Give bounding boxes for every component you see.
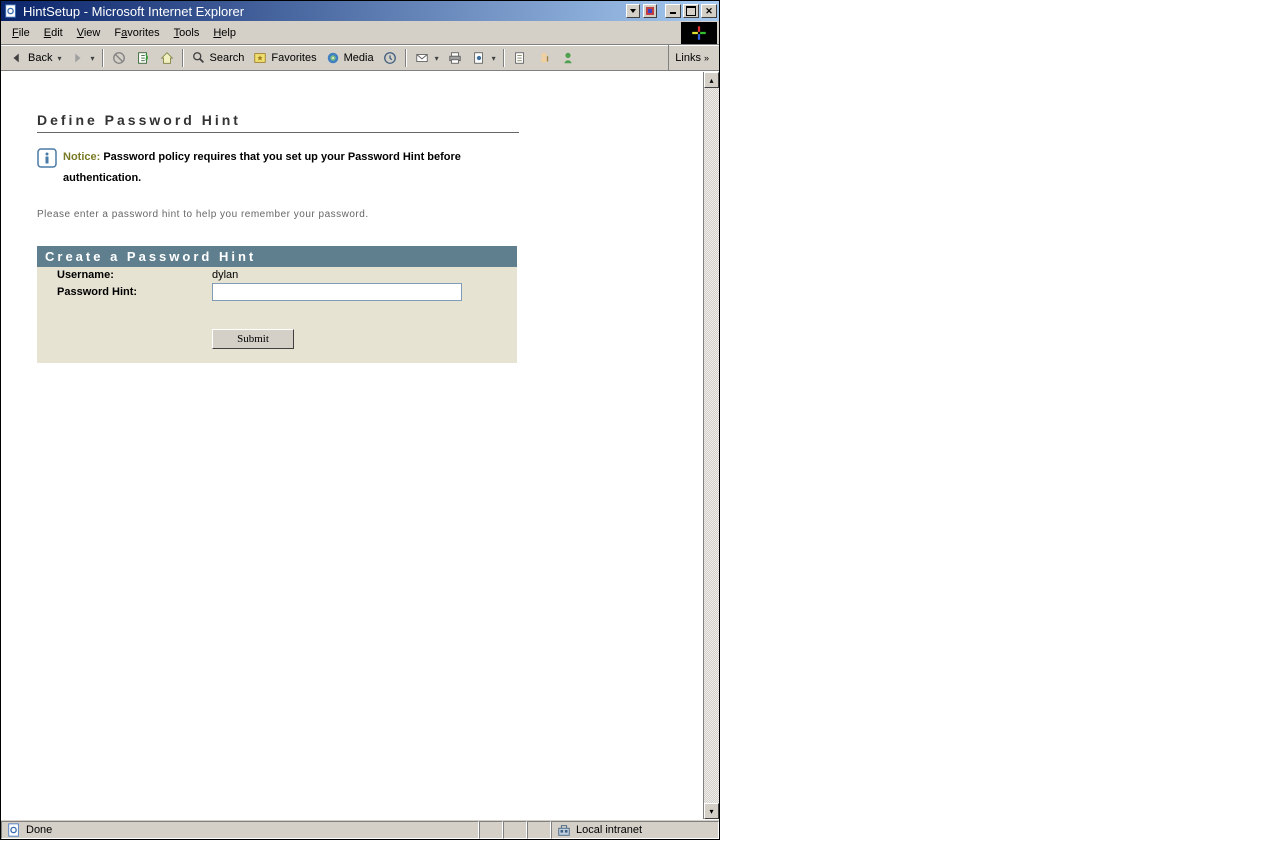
vertical-scrollbar[interactable]: ▴ ▾	[703, 72, 719, 819]
page-heading: Define Password Hint	[37, 112, 519, 133]
search-icon	[191, 50, 207, 66]
back-button[interactable]: Back	[5, 47, 65, 69]
chevron-down-icon	[88, 52, 94, 64]
research-button[interactable]	[532, 47, 556, 69]
page-content: Define Password Hint Notice: Password po…	[1, 72, 703, 819]
history-icon	[382, 50, 398, 66]
minimize-button[interactable]	[665, 4, 681, 18]
scroll-down-button[interactable]: ▾	[704, 803, 719, 819]
refresh-button[interactable]	[131, 47, 155, 69]
mail-icon	[414, 50, 430, 66]
ie-page-icon	[6, 822, 22, 838]
form-panel: Create a Password Hint Username: dylan P…	[37, 246, 517, 363]
username-label: Username:	[57, 269, 212, 281]
mail-button[interactable]	[410, 47, 443, 69]
messenger-button[interactable]	[556, 47, 580, 69]
submit-button[interactable]: Submit	[212, 329, 294, 349]
menu-bar: File Edit View Favorites Tools Help	[1, 21, 719, 45]
favorites-icon	[252, 50, 268, 66]
home-icon	[159, 50, 175, 66]
scroll-up-button[interactable]: ▴	[704, 72, 719, 88]
status-text: Done	[26, 824, 52, 836]
discuss-icon	[512, 50, 528, 66]
toolbar: Back	[1, 45, 719, 71]
media-button[interactable]: Media	[321, 47, 378, 69]
scroll-track[interactable]	[704, 88, 719, 803]
media-icon	[325, 50, 341, 66]
chevron-right-icon: »	[704, 53, 709, 63]
username-row: Username: dylan	[37, 267, 517, 281]
menu-file[interactable]: File	[5, 25, 37, 41]
notice-block: Notice: Password policy requires that yo…	[37, 147, 519, 189]
password-hint-input[interactable]	[212, 283, 462, 301]
links-button[interactable]: Links »	[668, 45, 715, 71]
search-button[interactable]: Search	[187, 47, 249, 69]
refresh-icon	[135, 50, 151, 66]
status-bar: Done Local intranet	[1, 819, 719, 839]
username-value: dylan	[212, 269, 238, 281]
window-title: HintSetup - Microsoft Internet Explorer	[23, 4, 626, 19]
chevron-down-icon	[55, 52, 61, 64]
hint-row: Password Hint:	[37, 281, 517, 301]
panel-header: Create a Password Hint	[37, 246, 517, 267]
status-pane-1	[479, 821, 503, 839]
maximize-button[interactable]	[683, 4, 699, 18]
zone-text: Local intranet	[576, 824, 642, 836]
stop-button[interactable]	[107, 47, 131, 69]
back-arrow-icon	[9, 50, 25, 66]
edit-page-icon	[471, 50, 487, 66]
research-icon	[536, 50, 552, 66]
chevron-down-icon	[433, 52, 439, 64]
ie-throbber-icon	[681, 22, 717, 44]
stop-icon	[111, 50, 127, 66]
hint-label: Password Hint:	[57, 286, 212, 298]
browser-window: HintSetup - Microsoft Internet Explorer …	[0, 0, 720, 840]
status-pane-main: Done	[1, 821, 479, 839]
content-viewport: Define Password Hint Notice: Password po…	[1, 71, 719, 819]
home-button[interactable]	[155, 47, 179, 69]
title-bar: HintSetup - Microsoft Internet Explorer	[1, 1, 719, 21]
menu-view[interactable]: View	[70, 25, 108, 41]
info-icon	[37, 148, 57, 168]
chevron-down-icon	[490, 52, 496, 64]
ie-page-icon	[3, 3, 19, 19]
print-icon	[447, 50, 463, 66]
history-button[interactable]	[378, 47, 402, 69]
menu-help[interactable]: Help	[206, 25, 243, 41]
messenger-icon	[560, 50, 576, 66]
forward-arrow-icon	[69, 50, 85, 66]
forward-button[interactable]	[65, 47, 98, 69]
close-button[interactable]	[701, 4, 717, 18]
menu-tools[interactable]: Tools	[167, 25, 207, 41]
favorites-button[interactable]: Favorites	[248, 47, 320, 69]
zone-icon	[556, 822, 572, 838]
instruction-text: Please enter a password hint to help you…	[37, 209, 703, 220]
notice-text: Password policy requires that you set up…	[63, 151, 461, 184]
status-pane-zone: Local intranet	[551, 821, 719, 839]
status-pane-3	[527, 821, 551, 839]
notice-label: Notice:	[63, 151, 100, 163]
menu-favorites[interactable]: Favorites	[107, 25, 166, 41]
discuss-button[interactable]	[508, 47, 532, 69]
status-pane-2	[503, 821, 527, 839]
edit-button[interactable]	[467, 47, 500, 69]
titlebar-aux-button[interactable]	[643, 4, 657, 18]
print-button[interactable]	[443, 47, 467, 69]
button-row: Submit	[37, 301, 517, 349]
titlebar-dropdown-button[interactable]	[626, 4, 640, 18]
menu-edit[interactable]: Edit	[37, 25, 70, 41]
